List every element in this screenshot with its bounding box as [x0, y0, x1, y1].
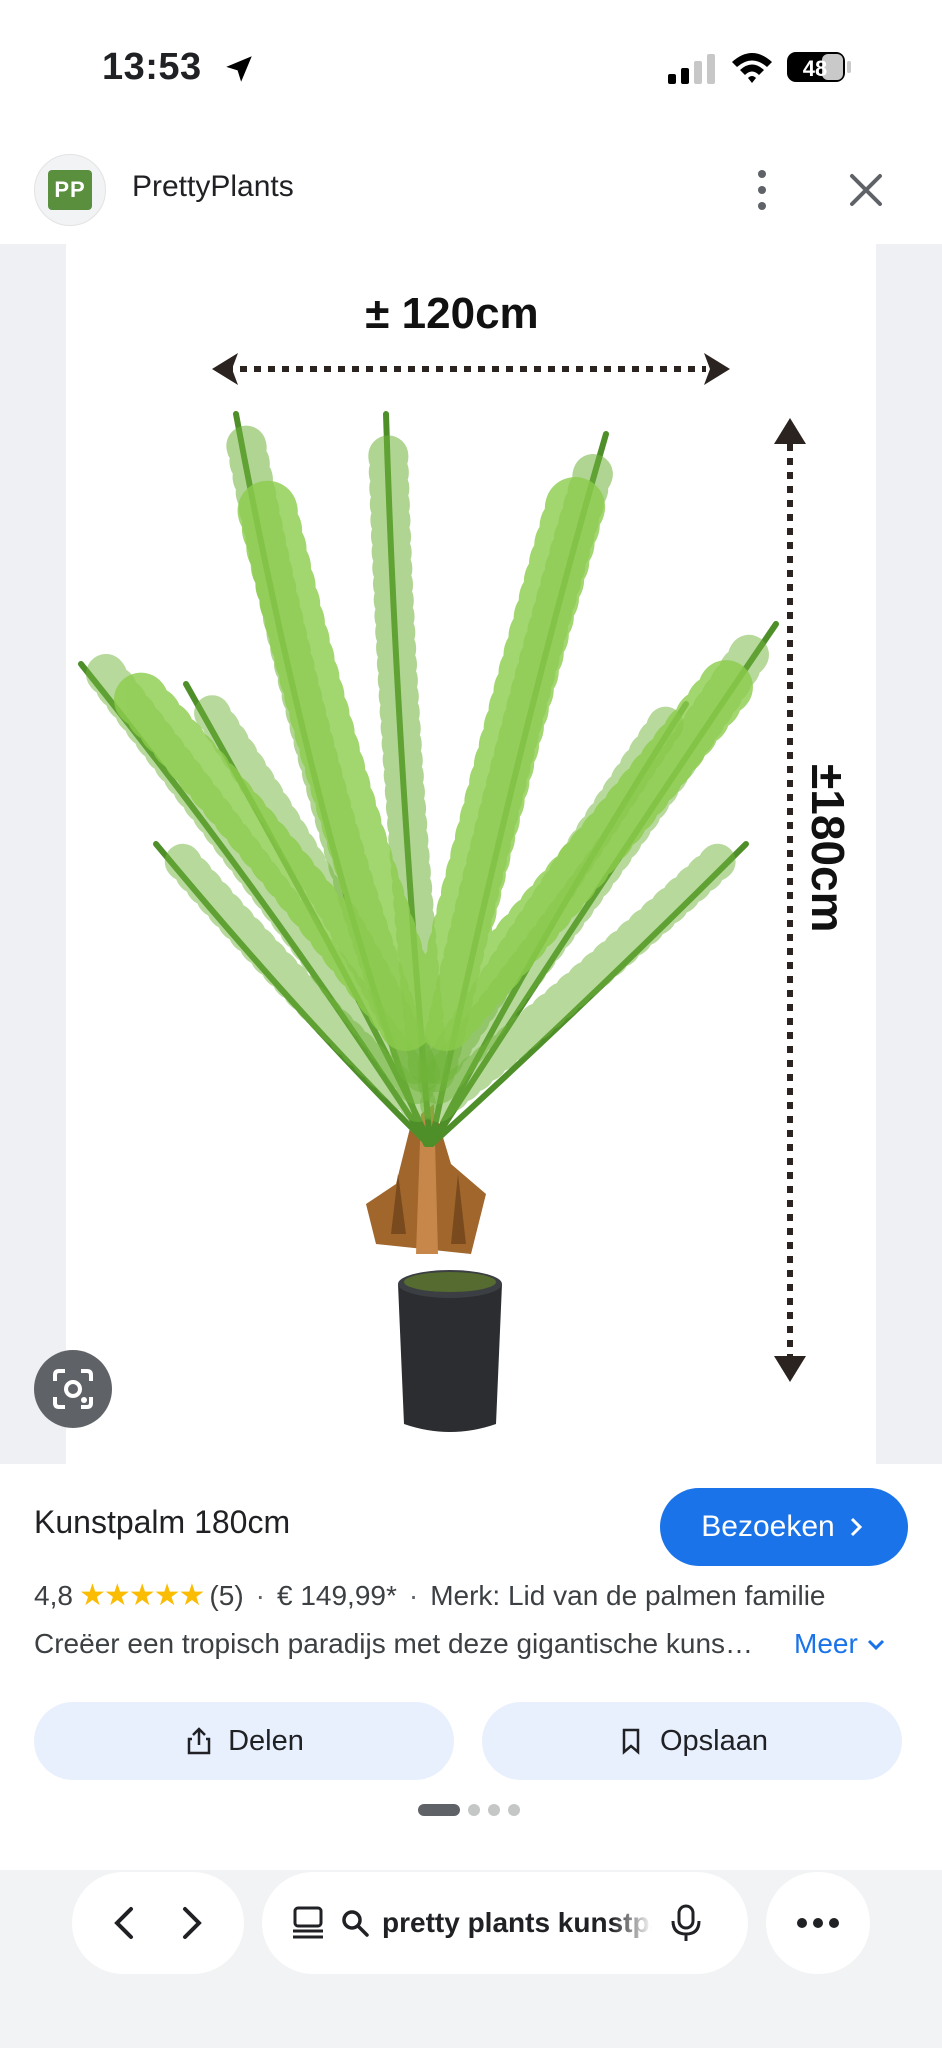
wifi-icon — [732, 53, 772, 83]
site-name[interactable]: PrettyPlants — [132, 170, 294, 204]
back-arrow-icon[interactable] — [105, 1903, 145, 1943]
forward-arrow-icon[interactable] — [171, 1903, 211, 1943]
width-arrow-right — [704, 353, 730, 385]
palm-fronds — [78, 411, 779, 1147]
palm-plant-illustration: ± 120cm ±180cm — [78, 289, 854, 1432]
separator: · — [255, 1579, 265, 1611]
chevron-down-icon — [867, 1639, 884, 1651]
rating-value: 4,8 — [34, 1579, 73, 1611]
tabs-icon[interactable] — [288, 1903, 328, 1943]
search-icon — [342, 1910, 369, 1937]
image-pager — [418, 1804, 520, 1816]
save-button-label: Opslaan — [659, 1724, 768, 1757]
menu-button[interactable] — [766, 1872, 870, 1974]
site-logo-text: PP — [48, 170, 92, 210]
status-time: 13:53 — [102, 46, 202, 88]
google-lens-button[interactable] — [34, 1350, 112, 1428]
separator: · — [408, 1579, 419, 1611]
more-vertical-icon[interactable] — [740, 164, 784, 216]
product-description: Creëer een tropisch paradijs met deze gi… — [34, 1628, 754, 1659]
more-button-label: Meer — [794, 1628, 858, 1659]
brand: Merk: Lid van de palmen familie — [430, 1579, 826, 1611]
site-header: PP PrettyPlants — [0, 140, 942, 244]
bookmark-icon — [622, 1728, 640, 1755]
more-horizontal-icon — [797, 1918, 839, 1928]
product-image[interactable]: ± 120cm ±180cm — [66, 244, 876, 1464]
height-dimension-label: ±180cm — [802, 764, 854, 932]
bottom-toolbar: pretty plants kunstpalm — [0, 1870, 942, 2048]
battery-icon: 48 — [786, 50, 852, 84]
product-image-area[interactable]: ± 120cm ±180cm — [0, 244, 942, 1464]
search-query[interactable]: pretty plants kunstpalm — [382, 1907, 652, 1939]
lens-icon — [53, 1369, 93, 1409]
price: € 149,99* — [276, 1579, 397, 1611]
share-button[interactable]: Delen — [34, 1702, 454, 1780]
navigation-pill — [72, 1872, 244, 1974]
visit-button[interactable]: Bezoeken — [660, 1488, 908, 1566]
microphone-icon[interactable] — [668, 1903, 704, 1943]
site-logo[interactable]: PP — [34, 154, 106, 226]
height-arrow-top — [774, 418, 806, 444]
location-arrow-icon — [226, 56, 252, 82]
more-button[interactable]: Meer — [794, 1628, 886, 1660]
status-bar: 13:53 48 — [0, 0, 942, 140]
height-arrow-bottom — [774, 1356, 806, 1382]
search-bar[interactable]: pretty plants kunstpalm — [262, 1872, 748, 1974]
share-icon — [187, 1727, 211, 1755]
width-dimension-label: ± 120cm — [365, 289, 538, 338]
save-button[interactable]: Opslaan — [482, 1702, 902, 1780]
pager-dot[interactable] — [508, 1804, 520, 1816]
plant-pot — [398, 1270, 502, 1432]
close-icon[interactable] — [842, 166, 890, 214]
pager-dot-active[interactable] — [418, 1804, 460, 1816]
visit-button-label: Bezoeken — [701, 1510, 835, 1543]
pager-dot[interactable] — [488, 1804, 500, 1816]
product-meta: 4,8 ★★★★★ (5) · € 149,99* · Merk: Lid va… — [34, 1578, 826, 1613]
review-count: (5) — [209, 1579, 244, 1611]
product-title: Kunstpalm 180cm — [34, 1504, 291, 1540]
pager-dot[interactable] — [468, 1804, 480, 1816]
cellular-signal-icon — [668, 54, 715, 84]
width-arrow-left — [212, 353, 238, 385]
battery-level: 48 — [803, 56, 827, 81]
chevron-right-icon — [850, 1517, 862, 1537]
share-button-label: Delen — [228, 1724, 304, 1757]
star-rating-icon: ★★★★★ — [78, 1579, 205, 1612]
